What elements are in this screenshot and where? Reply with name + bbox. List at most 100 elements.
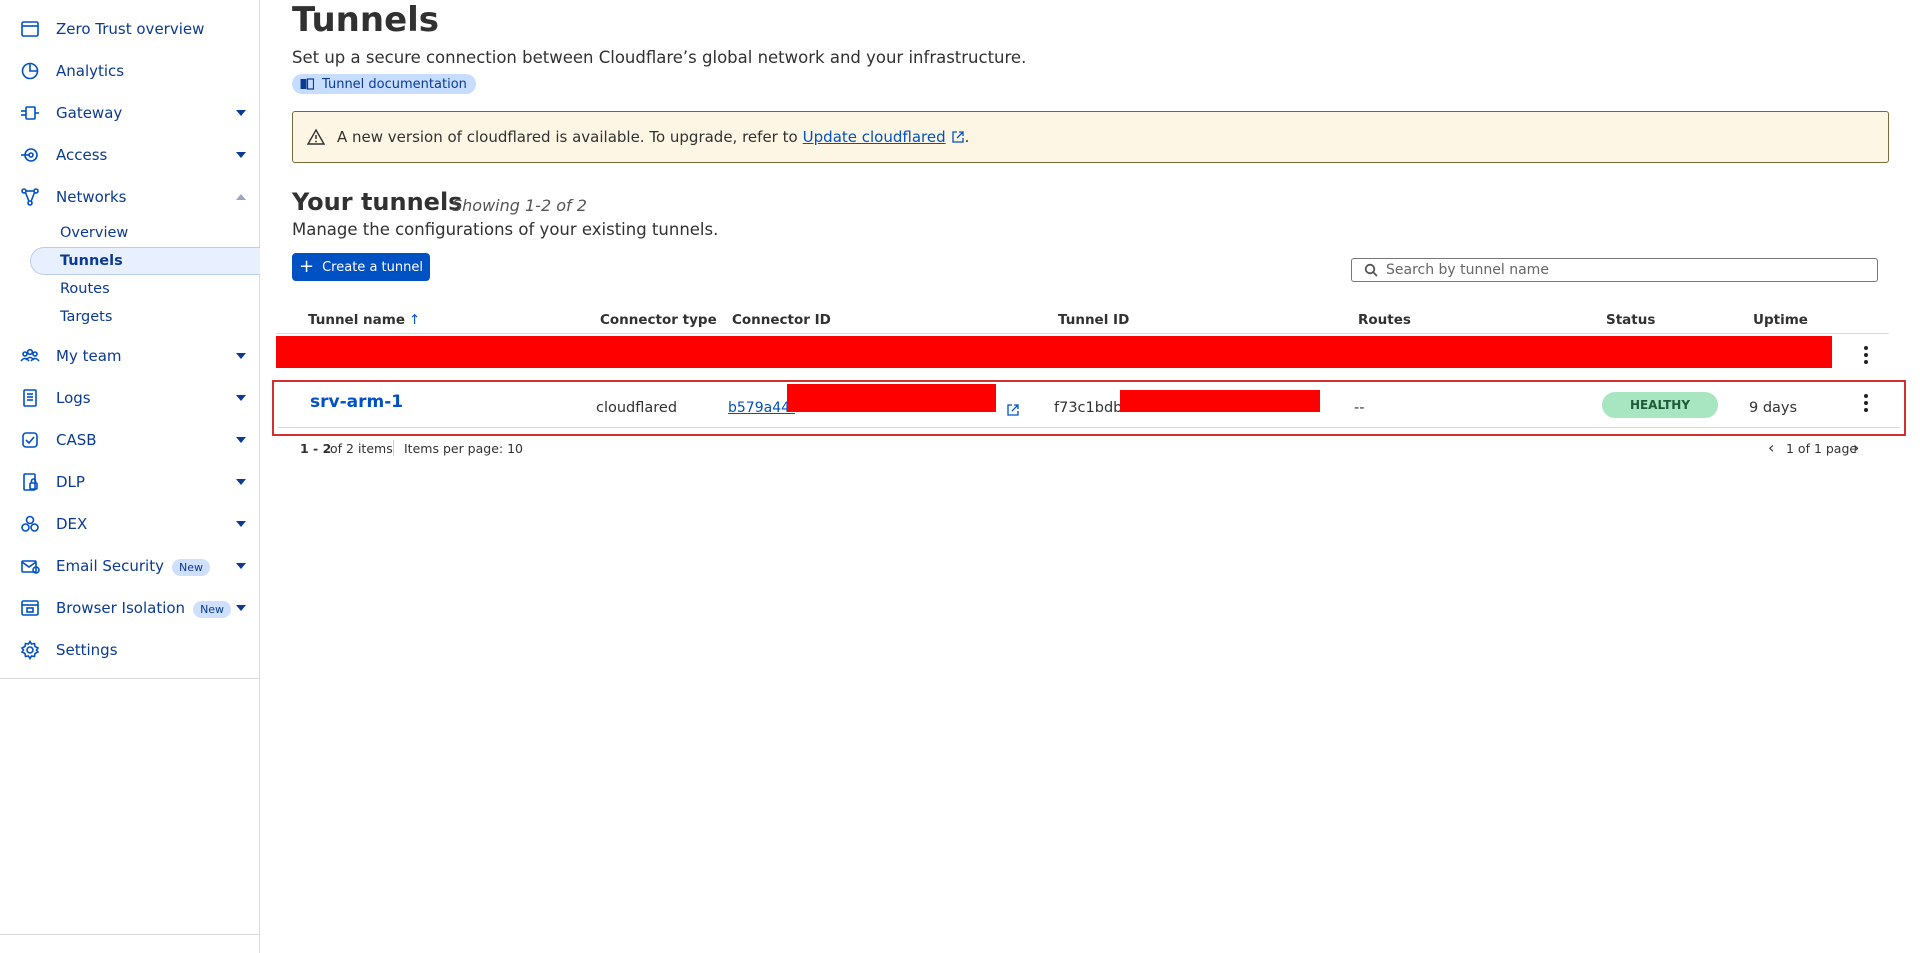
browser-isolation-icon (20, 598, 40, 618)
uptime-cell: 9 days (1749, 400, 1798, 416)
create-tunnel-button[interactable]: + Create a tunnel (292, 253, 430, 281)
pagination-range: 1 - 2 (300, 441, 332, 456)
chevron-right-icon[interactable]: › (1853, 438, 1859, 457)
doc-link-label: Tunnel documentation (322, 76, 467, 92)
access-icon (20, 145, 40, 165)
section-title: Your tunnels (292, 188, 463, 216)
sidebar-item-gateway[interactable]: Gateway (0, 95, 260, 131)
sidebar-item-label: Gateway (56, 104, 123, 122)
redacted-block (276, 336, 1832, 368)
sidebar-item-zero-trust-overview[interactable]: Zero Trust overview (0, 11, 260, 47)
sidebar-item-networks[interactable]: Networks (0, 179, 260, 215)
sidebar-item-label: Analytics (56, 62, 125, 80)
page-title: Tunnels (292, 0, 440, 40)
col-routes: Routes (1358, 312, 1411, 328)
pie-chart-icon (20, 61, 40, 81)
sidebar-item-browser-isolation[interactable]: Browser Isolation New (0, 590, 260, 626)
sidebar-item-label: DEX (56, 515, 88, 533)
sidebar: Zero Trust overview Analytics Gateway Ac… (0, 0, 260, 953)
page-subtitle: Set up a secure connection between Cloud… (292, 48, 1027, 67)
chevron-left-icon[interactable]: ‹ (1768, 438, 1774, 457)
dex-icon (20, 514, 40, 534)
sidebar-subitem-overview[interactable]: Overview (30, 219, 260, 247)
chevron-down-icon (236, 395, 246, 401)
chevron-down-icon (236, 437, 246, 443)
section-description: Manage the configurations of your existi… (292, 220, 719, 239)
row-divider (278, 427, 1900, 428)
book-icon (300, 78, 314, 90)
col-tunnel-id: Tunnel ID (1058, 312, 1130, 328)
sidebar-item-settings[interactable]: Settings (0, 632, 260, 668)
plus-icon: + (299, 256, 315, 277)
dlp-icon (20, 472, 40, 492)
warning-icon (307, 128, 325, 145)
network-icon (20, 187, 40, 207)
sidebar-item-email-security[interactable]: Email Security New (0, 548, 260, 584)
sidebar-item-label: Networks (56, 188, 127, 206)
col-uptime: Uptime (1753, 312, 1808, 328)
connector-id-link[interactable]: b579a44f (728, 400, 795, 416)
sidebar-item-label: Browser Isolation New (56, 599, 232, 618)
tunnel-documentation-link[interactable]: Tunnel documentation (292, 74, 476, 94)
sidebar-item-label: Logs (56, 389, 91, 407)
new-badge: New (171, 558, 210, 576)
sidebar-item-label: DLP (56, 473, 85, 491)
sidebar-item-dlp[interactable]: DLP (0, 464, 260, 500)
connector-type-cell: cloudflared (596, 400, 678, 416)
pagination: 1 - 2 of 2 items Items per page: 10 ‹ 1 … (276, 438, 1889, 460)
table-header: Tunnel name ↑ Connector type Connector ID… (276, 306, 1889, 334)
logs-icon (20, 388, 40, 408)
gateway-icon (20, 103, 40, 123)
sidebar-item-dex[interactable]: DEX (0, 506, 260, 542)
update-cloudflared-link[interactable]: Update cloudflared (803, 128, 965, 146)
sidebar-item-casb[interactable]: CASB (0, 422, 260, 458)
search-icon (1364, 263, 1378, 277)
row-actions-menu[interactable] (1856, 344, 1876, 366)
external-link-icon[interactable] (1006, 403, 1020, 417)
sort-ascending-icon: ↑ (409, 312, 421, 328)
sidebar-item-label: Zero Trust overview (56, 20, 205, 38)
sidebar-item-label: Settings (56, 641, 118, 659)
page-info: 1 of 1 page (1786, 441, 1858, 456)
app: Zero Trust overview Analytics Gateway Ac… (0, 0, 1920, 953)
redacted-block (1120, 390, 1320, 412)
gear-icon (20, 640, 40, 660)
col-status: Status (1606, 312, 1656, 328)
sidebar-subitem-routes[interactable]: Routes (30, 275, 260, 303)
kebab-icon (1864, 394, 1868, 398)
redacted-block (787, 384, 996, 412)
chevron-down-icon (236, 152, 246, 158)
sidebar-item-my-team[interactable]: My team (0, 338, 260, 374)
search-input[interactable] (1386, 262, 1866, 278)
chevron-down-icon (236, 479, 246, 485)
sidebar-item-analytics[interactable]: Analytics (0, 53, 260, 89)
team-icon (20, 346, 40, 366)
tunnel-name-link[interactable]: srv-arm-1 (310, 392, 403, 412)
sidebar-item-label: My team (56, 347, 122, 365)
tunnel-id-cell: f73c1bdb- (1054, 400, 1128, 416)
chevron-down-icon (236, 605, 246, 611)
sidebar-subitem-targets[interactable]: Targets (30, 303, 260, 331)
table-row[interactable] (276, 336, 1889, 372)
col-tunnel-name[interactable]: Tunnel name ↑ (308, 312, 420, 328)
tunnel-count: Showing 1-2 of 2 (452, 196, 587, 215)
routes-cell: -- (1354, 400, 1365, 416)
connector-id-cell[interactable]: b579a44f (728, 400, 795, 416)
search-field[interactable] (1351, 258, 1878, 282)
banner-suffix: . (964, 128, 970, 146)
chevron-down-icon (236, 353, 246, 359)
items-per-page-select[interactable]: Items per page: 10 (404, 441, 523, 456)
table-row[interactable]: srv-arm-1 cloudflared b579a44f f73c1bdb-… (272, 380, 1906, 436)
email-security-icon (20, 556, 40, 576)
kebab-icon (1864, 346, 1868, 350)
chevron-down-icon (236, 521, 246, 527)
chevron-up-icon (236, 194, 246, 200)
pagination-divider (393, 440, 394, 456)
sidebar-subitem-tunnels[interactable]: Tunnels (30, 247, 260, 275)
browser-window-icon (20, 19, 40, 39)
sidebar-item-access[interactable]: Access (0, 137, 260, 173)
status-badge: HEALTHY (1602, 392, 1718, 418)
sidebar-item-label: CASB (56, 431, 97, 449)
row-actions-menu[interactable] (1856, 392, 1876, 414)
sidebar-item-logs[interactable]: Logs (0, 380, 260, 416)
